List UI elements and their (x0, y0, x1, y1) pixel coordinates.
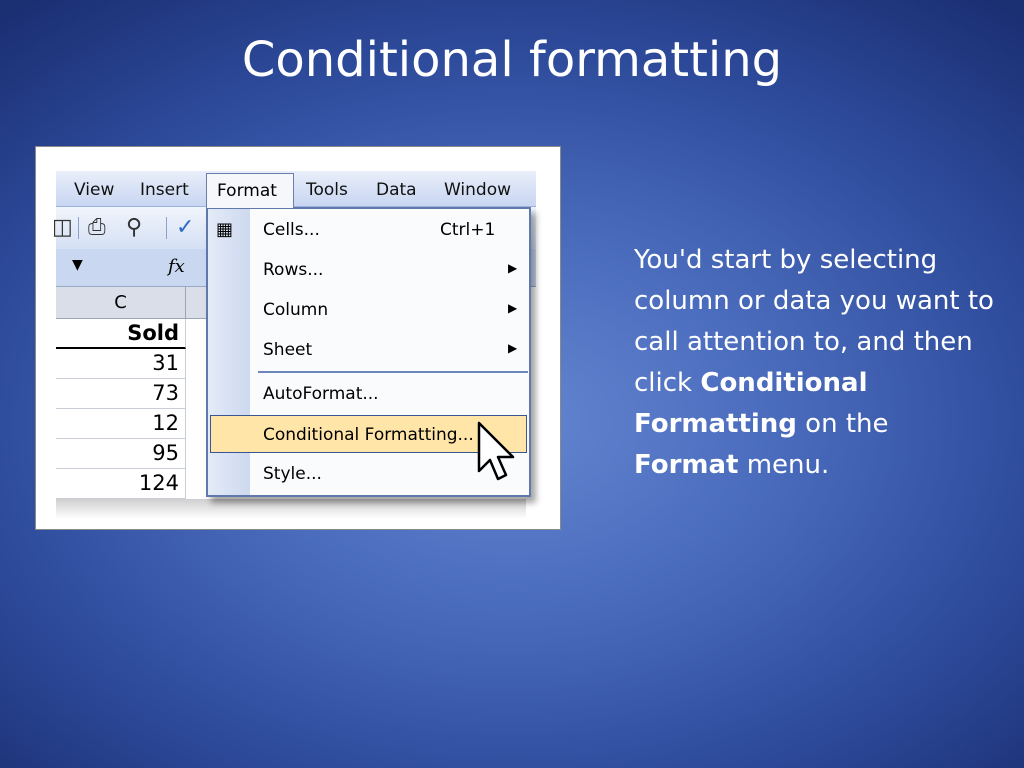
toolbar-separator (166, 217, 167, 239)
menu-item-label: AutoFormat... (263, 384, 379, 404)
body-text-part: menu. (738, 450, 830, 480)
toolbar-separator (78, 217, 79, 239)
table-cell[interactable]: 12 (56, 409, 186, 439)
menu-item-autoformat[interactable]: AutoFormat... (208, 375, 529, 413)
menu-item-cells[interactable]: ▦ Cells... Ctrl+1 (208, 211, 529, 249)
menu-item-label: Cells... (263, 220, 320, 240)
menu-insert[interactable]: Insert (140, 180, 189, 200)
menu-bar: View Insert Tools Data Window (56, 171, 536, 207)
menu-item-rows[interactable]: Rows... ▶ (208, 251, 529, 289)
format-cells-icon: ▦ (216, 219, 234, 240)
name-box-dropdown-icon[interactable]: ▼ (72, 257, 83, 273)
menu-item-shortcut: Ctrl+1 (440, 220, 496, 240)
menu-tools[interactable]: Tools (306, 180, 348, 200)
body-bold-format: Format (634, 450, 739, 480)
menu-view[interactable]: View (74, 180, 114, 200)
save-icon[interactable]: ◫ (52, 215, 73, 240)
print-preview-icon[interactable]: ⚲ (126, 215, 142, 240)
excel-screenshot: View Insert Tools Data Window Format ◫ ⎙… (35, 146, 561, 530)
menu-item-label: Column (263, 300, 329, 320)
table-cell[interactable]: 95 (56, 439, 186, 469)
submenu-arrow-icon: ▶ (508, 341, 518, 355)
menu-item-sheet[interactable]: Sheet ▶ (208, 331, 529, 369)
menu-item-column[interactable]: Column ▶ (208, 291, 529, 329)
table-cell[interactable]: 124 (56, 469, 186, 499)
menu-item-label: Rows... (263, 260, 324, 280)
body-text-part: on the (796, 409, 889, 439)
menu-format[interactable]: Format (206, 173, 294, 208)
submenu-arrow-icon: ▶ (508, 301, 518, 315)
menu-data[interactable]: Data (376, 180, 417, 200)
menu-item-label: Sheet (263, 340, 313, 360)
menu-window[interactable]: Window (444, 180, 511, 200)
submenu-arrow-icon: ▶ (508, 261, 518, 275)
column-header-c[interactable]: C (56, 287, 186, 319)
shadow-edge (56, 499, 526, 519)
table-header-cell[interactable]: Sold (56, 319, 186, 349)
menu-separator (258, 371, 528, 373)
excel-window: View Insert Tools Data Window Format ◫ ⎙… (52, 171, 546, 519)
slide-title: Conditional formatting (241, 32, 783, 88)
table-cell[interactable]: 31 (56, 349, 186, 379)
mouse-pointer-icon (477, 421, 515, 481)
menu-item-label: Style... (263, 464, 322, 484)
menu-item-label: Conditional Formatting... (263, 425, 474, 445)
spelling-icon[interactable]: ✓ (176, 215, 194, 240)
fx-icon[interactable]: fx (168, 256, 185, 277)
table-cell[interactable]: 73 (56, 379, 186, 409)
print-icon[interactable]: ⎙ (88, 215, 106, 240)
slide-body-text: You'd start by selecting column or data … (634, 240, 994, 486)
